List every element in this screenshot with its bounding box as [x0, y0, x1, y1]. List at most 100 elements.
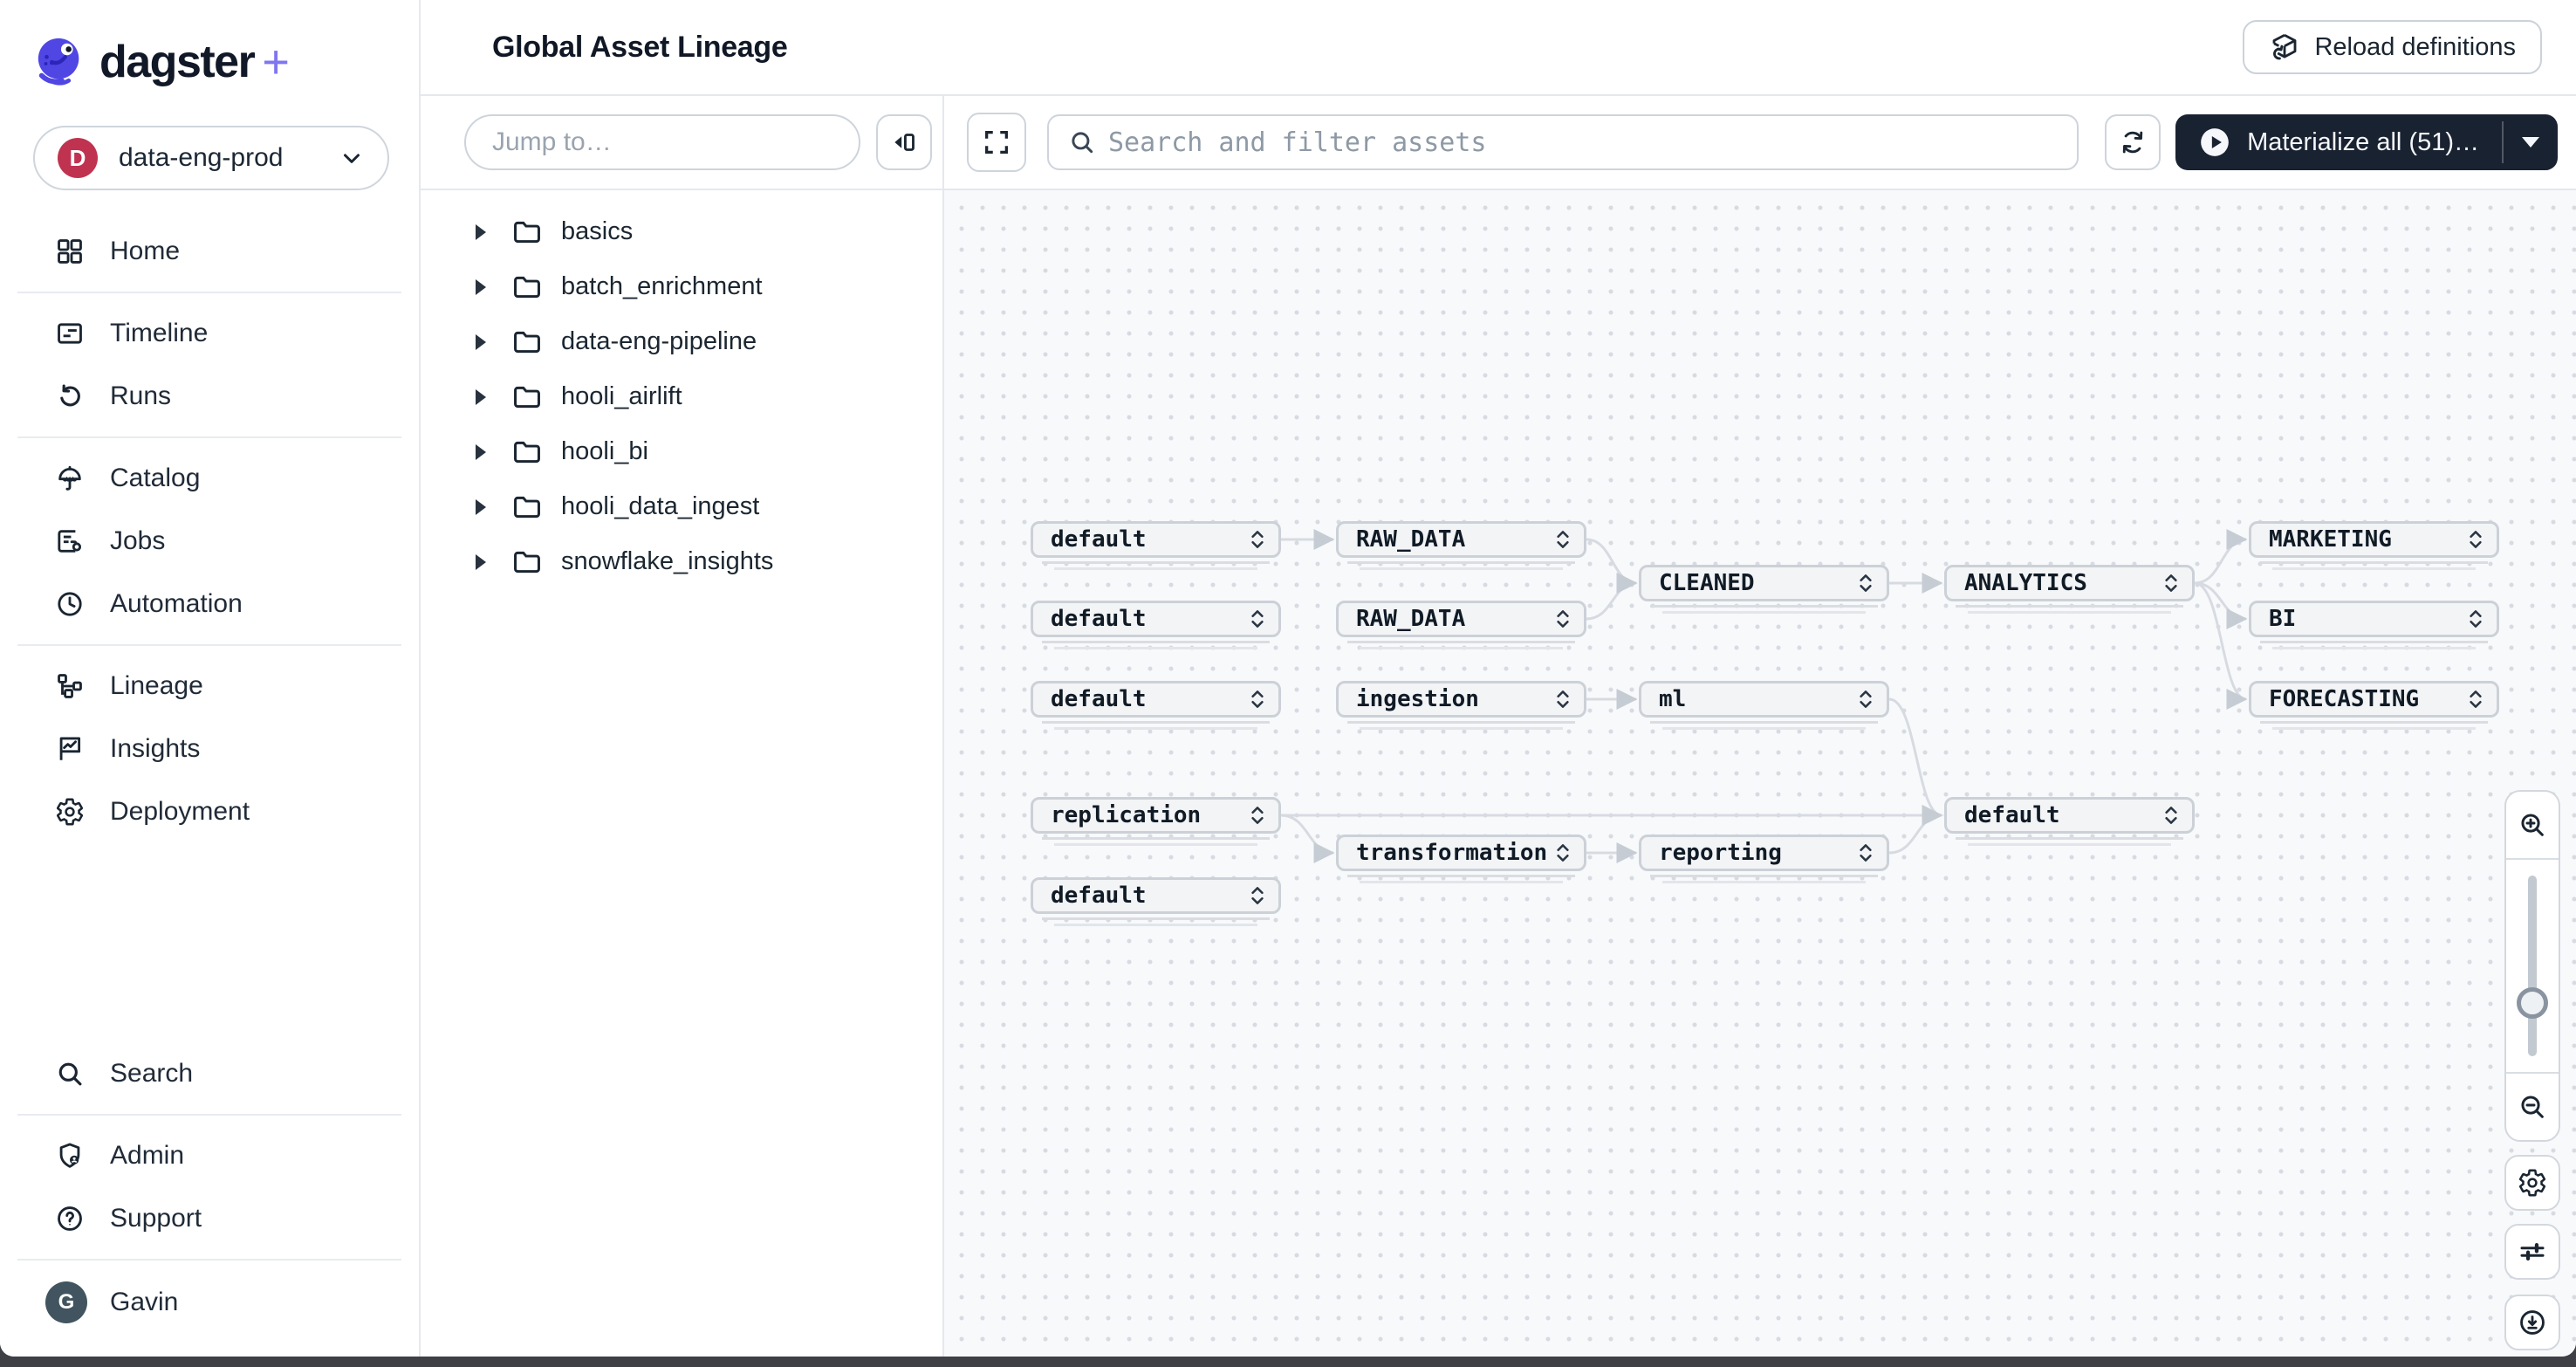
sidebar-item-label: Support	[110, 1204, 202, 1233]
graph-node-default_2[interactable]: default	[1031, 601, 1281, 637]
sidebar-divider	[17, 1114, 401, 1116]
tree-item-basics[interactable]: basics	[421, 204, 942, 259]
sidebar-item-home[interactable]: Home	[0, 220, 419, 283]
expand-node-icon	[1249, 803, 1266, 828]
lineage-icon	[54, 670, 86, 702]
sidebar-item-support[interactable]: Support	[0, 1187, 419, 1250]
expand-node-icon	[1249, 687, 1266, 711]
graph-node-cleaned[interactable]: CLEANED	[1639, 565, 1889, 601]
lineage-edge-reporting-to-default_right	[1889, 815, 1942, 853]
caret-right-icon	[476, 389, 486, 405]
collapse-panel-icon	[889, 127, 919, 157]
zoom-slider-thumb[interactable]	[2517, 987, 2548, 1019]
zoom-out-button[interactable]	[2506, 1072, 2559, 1140]
jump-to-input[interactable]	[464, 114, 860, 170]
sidebar-item-label: Insights	[110, 734, 200, 764]
refresh-button[interactable]	[2105, 114, 2161, 170]
lineage-edges	[944, 190, 2574, 1357]
folder-icon	[512, 329, 542, 355]
sidebar-item-catalog[interactable]: Catalog	[0, 447, 419, 510]
tree-item-hooli-data-ingest[interactable]: hooli_data_ingest	[421, 479, 942, 534]
zoom-in-button[interactable]	[2506, 792, 2559, 860]
caret-down-icon	[2522, 137, 2539, 148]
user-name: Gavin	[110, 1288, 178, 1317]
search-icon	[54, 1058, 86, 1089]
sidebar-item-automation[interactable]: Automation	[0, 573, 419, 635]
graph-node-label: default	[1051, 883, 1147, 909]
tree-item-snowflake-insights[interactable]: snowflake_insights	[421, 534, 942, 589]
graph-node-default_bottom[interactable]: default	[1031, 877, 1281, 914]
sidebar-item-insights[interactable]: Insights	[0, 718, 419, 780]
refresh-icon	[2118, 127, 2148, 157]
graph-node-default_1[interactable]: default	[1031, 521, 1281, 558]
graph-node-marketing[interactable]: MARKETING	[2249, 521, 2499, 558]
graph-node-label: reporting	[1659, 840, 1782, 866]
sidebar-item-admin[interactable]: Admin	[0, 1124, 419, 1187]
sidebar-item-deployment[interactable]: Deployment	[0, 780, 419, 843]
sidebar-item-label: Home	[110, 237, 180, 266]
caret-right-icon	[476, 554, 486, 570]
graph-node-analytics[interactable]: ANALYTICS	[1944, 565, 2195, 601]
folder-icon	[512, 439, 542, 465]
graph-node-label: RAW_DATA	[1356, 526, 1465, 553]
sidebar-nav: Home Timeline Runs	[0, 220, 419, 843]
tree-item-data-eng-pipeline[interactable]: data-eng-pipeline	[421, 314, 942, 369]
deployment-name: data-eng-prod	[119, 143, 283, 173]
sidebar-item-label: Timeline	[110, 319, 208, 348]
deployment-selector[interactable]: D data-eng-prod	[33, 126, 389, 190]
zoom-controls	[2504, 790, 2560, 1142]
graph-node-label: default	[1964, 802, 2060, 828]
lineage-edge-ml-to-default_right	[1889, 699, 1942, 815]
sidebar-item-label: Automation	[110, 589, 243, 619]
tree-item-hooli-airlift[interactable]: hooli_airlift	[421, 369, 942, 424]
graph-node-raw_data_2[interactable]: RAW_DATA	[1336, 601, 1586, 637]
expand-node-icon	[2467, 607, 2484, 631]
materialize-all-split-button: Materialize all (51)…	[2175, 114, 2558, 170]
graph-node-default_3[interactable]: default	[1031, 681, 1281, 718]
tree-item-label: hooli_airlift	[561, 382, 682, 411]
expand-node-icon	[1857, 841, 1874, 865]
page-header: Global Asset Lineage Reload definitions	[421, 0, 2576, 96]
dagster-logo-icon	[33, 35, 87, 89]
collapse-panel-button[interactable]	[876, 114, 932, 170]
sidebar-divider	[17, 644, 401, 646]
sidebar-item-search[interactable]: Search	[0, 1042, 419, 1105]
brand-plus: +	[262, 35, 290, 89]
sidebar-item-runs[interactable]: Runs	[0, 365, 419, 428]
user-menu[interactable]: G Gavin	[0, 1269, 419, 1336]
user-avatar: G	[45, 1281, 87, 1323]
lineage-edge-raw_data_2-to-cleaned	[1586, 583, 1636, 619]
download-graph-button[interactable]	[2504, 1295, 2560, 1350]
sidebar-item-label: Search	[110, 1059, 193, 1089]
graph-node-label: BI	[2269, 606, 2296, 632]
graph-filters-button[interactable]	[2504, 1224, 2560, 1280]
jobs-icon	[54, 526, 86, 557]
graph-settings-button[interactable]	[2504, 1155, 2560, 1211]
runs-loop-icon	[54, 381, 86, 412]
materialize-options-button[interactable]	[2504, 114, 2558, 170]
graph-node-bi[interactable]: BI	[2249, 601, 2499, 637]
lineage-graph-canvas[interactable]: defaultRAW_DATAdefaultRAW_DATAdefaulting…	[944, 190, 2576, 1357]
sidebar-item-timeline[interactable]: Timeline	[0, 302, 419, 365]
tree-item-hooli-bi[interactable]: hooli_bi	[421, 424, 942, 479]
reload-definitions-button[interactable]: Reload definitions	[2243, 20, 2542, 74]
folder-icon	[512, 219, 542, 245]
search-assets-input[interactable]	[1108, 118, 2058, 167]
fullscreen-button[interactable]	[967, 113, 1026, 172]
graph-node-raw_data_1[interactable]: RAW_DATA	[1336, 521, 1586, 558]
sidebar-item-lineage[interactable]: Lineage	[0, 655, 419, 718]
graph-node-reporting[interactable]: reporting	[1639, 835, 1889, 871]
graph-node-forecasting[interactable]: FORECASTING	[2249, 681, 2499, 718]
graph-node-default_right[interactable]: default	[1944, 797, 2195, 834]
graph-node-ml[interactable]: ml	[1639, 681, 1889, 718]
expand-node-icon	[1249, 527, 1266, 552]
deployment-avatar: D	[58, 138, 98, 178]
sidebar-item-jobs[interactable]: Jobs	[0, 510, 419, 573]
materialize-all-button[interactable]: Materialize all (51)…	[2175, 114, 2502, 170]
graph-node-transformation[interactable]: transformation	[1336, 835, 1586, 871]
zoom-slider[interactable]	[2506, 860, 2559, 1072]
tree-toolbar	[421, 96, 944, 189]
graph-node-ingestion[interactable]: ingestion	[1336, 681, 1586, 718]
graph-node-replication[interactable]: replication	[1031, 797, 1281, 834]
tree-item-batch-enrichment[interactable]: batch_enrichment	[421, 259, 942, 314]
